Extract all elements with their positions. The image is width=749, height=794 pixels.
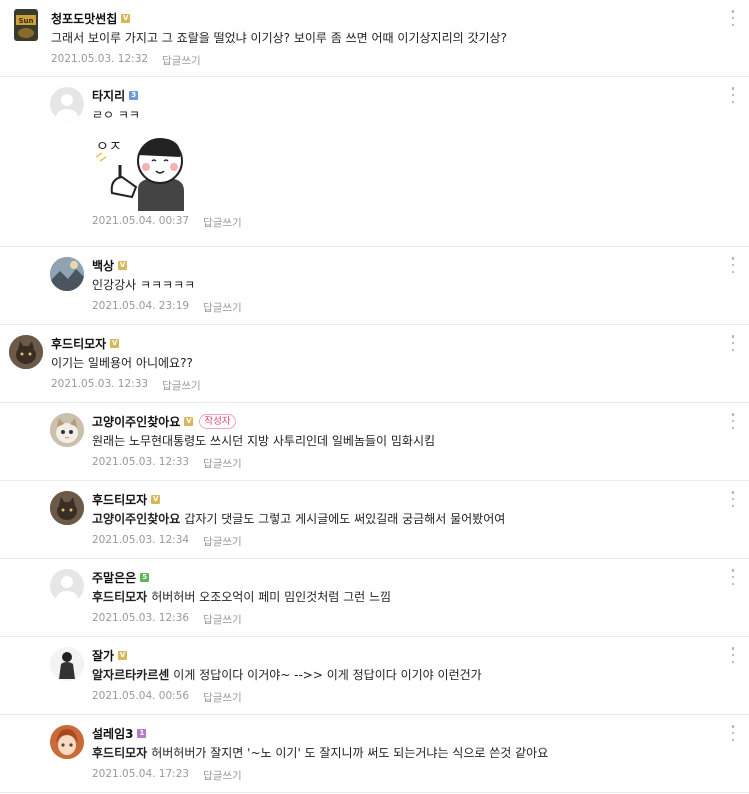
more-options-icon[interactable]	[731, 413, 735, 429]
mention-link[interactable]: 고양이주인찾아요	[92, 512, 180, 526]
cat-avatar-icon[interactable]	[50, 491, 84, 525]
comment-item: 설레임3 1 후드티모자 허버허버가 잘지면 '~노 이기' 도 잘지니까 써도 되…	[0, 715, 749, 793]
comment-nickname[interactable]: 설레임3	[92, 725, 133, 742]
more-options-icon[interactable]	[731, 87, 735, 103]
anime-girl-avatar-icon[interactable]	[50, 725, 84, 759]
comment-item: 후드티모자 V 고양이주인찾아요 갑자기 댓글도 그렇고 게시글에도 써있길래 궁금…	[0, 481, 749, 559]
comment-list: Sun 청포도맛썬칩 V 그래서 보이루 가지고 그 죠랄을 떨었냐 이기상? 보…	[0, 0, 749, 793]
reply-button[interactable]: 답글쓰기	[203, 215, 242, 230]
comment-date: 2021.05.03. 12:32	[51, 53, 149, 65]
landscape-avatar-icon[interactable]	[50, 257, 84, 291]
comment-item: 주말은은 5 후드티모자 허버허버 오조오억이 페미 밈인것처럼 그런 느낌 202…	[0, 559, 749, 637]
comment-item: 타지리 3 ㄹㅇ ㅋㅋ ㅇㅈ 2021.05.04. 00:37 답글쓰기	[0, 77, 749, 247]
comment-nickname[interactable]: 후드티모자	[92, 491, 147, 508]
comment-date: 2021.05.03. 12:36	[92, 612, 190, 624]
more-options-icon[interactable]	[731, 569, 735, 585]
kitten-avatar-icon[interactable]	[50, 413, 84, 447]
figure-avatar-icon[interactable]	[50, 647, 84, 681]
comment-text-row: 고양이주인찾아요 갑자기 댓글도 그렇고 게시글에도 써있길래 궁금해서 물어봤어…	[92, 511, 749, 527]
comment-date: 2021.05.03. 12:33	[51, 378, 149, 390]
reply-button[interactable]: 답글쓰기	[162, 53, 201, 68]
reply-button[interactable]: 답글쓰기	[203, 612, 242, 627]
comment-item: 후드티모자 V 이기는 일베용어 아니에요?? 2021.05.03. 12:33…	[0, 325, 749, 403]
comment-item: 고양이주인찾아요 V 작성자 원래는 노무현대통령도 쓰시던 지방 사투리인데 일베…	[0, 403, 749, 481]
comment-nickname[interactable]: 주말은은	[92, 569, 136, 586]
comment-date: 2021.05.04. 17:23	[92, 768, 190, 780]
default-profile-icon[interactable]	[50, 87, 84, 121]
comment-text: 이게 정답이다 이거야~ -->> 이게 정답이다 이기야 이런건가	[173, 668, 482, 682]
comment-date: 2021.05.04. 23:19	[92, 300, 190, 312]
mention-link[interactable]: 알자르타카르센	[92, 668, 169, 682]
more-options-icon[interactable]	[731, 725, 735, 741]
comment-text: 허버허버 오조오억이 페미 밈인것처럼 그런 느낌	[151, 590, 392, 604]
comment-item: 백상 V 인강강사 ㅋㅋㅋㅋㅋ 2021.05.04. 23:19 답글쓰기	[0, 247, 749, 325]
comment-date: 2021.05.04. 00:37	[92, 215, 190, 227]
level-badge-icon: 1	[137, 728, 147, 738]
more-options-icon[interactable]	[731, 491, 735, 507]
comment-text: 원래는 노무현대통령도 쓰시던 지방 사투리인데 일베놈들이 밈화시킴	[92, 434, 436, 448]
comment-text: ㄹㅇ ㅋㅋ	[92, 108, 140, 122]
more-options-icon[interactable]	[731, 335, 735, 351]
level-badge-icon: V	[184, 416, 194, 426]
default-profile-icon[interactable]	[50, 569, 84, 603]
comment-date: 2021.05.03. 12:33	[92, 456, 190, 468]
level-badge-icon: V	[121, 13, 131, 23]
reply-button[interactable]: 답글쓰기	[203, 768, 242, 783]
more-options-icon[interactable]	[731, 647, 735, 663]
comment-date: 2021.05.04. 00:56	[92, 690, 190, 702]
author-badge: 작성자	[199, 413, 236, 429]
comment-nickname[interactable]: 타지리	[92, 87, 125, 104]
svg-text:Sun: Sun	[18, 17, 33, 25]
level-badge-icon: V	[110, 338, 120, 348]
comment-nickname[interactable]: 고양이주인찾아요	[92, 413, 180, 430]
reply-button[interactable]: 답글쓰기	[203, 456, 242, 471]
comment-text-row: 후드티모자 허버허버 오조오억이 페미 밈인것처럼 그런 느낌	[92, 589, 749, 605]
level-badge-icon: 5	[140, 572, 150, 582]
level-badge-icon: V	[118, 650, 128, 660]
reply-button[interactable]: 답글쓰기	[203, 534, 242, 549]
reply-button[interactable]: 답글쓰기	[203, 300, 242, 315]
level-badge-icon: V	[151, 494, 161, 504]
mention-link[interactable]: 후드티모자	[92, 590, 147, 604]
comment-nickname[interactable]: 후드티모자	[51, 335, 106, 352]
comment-text: 그래서 보이루 가지고 그 죠랄을 떨었냐 이기상? 보이루 좀 쓰면 어때 이…	[51, 31, 507, 45]
level-badge-icon: V	[118, 260, 128, 270]
comment-item: 잘가 V 알자르타카르센 이게 정답이다 이거야~ -->> 이게 정답이다 이기야…	[0, 637, 749, 715]
more-options-icon[interactable]	[731, 10, 735, 26]
comment-nickname[interactable]: 청포도맛썬칩	[51, 10, 117, 27]
mention-link[interactable]: 후드티모자	[92, 746, 147, 760]
comment-text: 허버허버가 잘지면 '~노 이기' 도 잘지니까 써도 되는거냐는 식으로 쓴것…	[151, 746, 549, 760]
sticker-text: ㅇㅈ	[96, 139, 122, 155]
comment-text-row: 알자르타카르센 이게 정답이다 이거야~ -->> 이게 정답이다 이기야 이런건…	[92, 667, 749, 683]
cat-avatar-icon[interactable]	[9, 335, 43, 369]
reply-button[interactable]: 답글쓰기	[162, 378, 201, 393]
comment-text: 이기는 일베용어 아니에요??	[51, 356, 193, 370]
snack-bag-avatar-icon[interactable]: Sun	[13, 9, 39, 41]
comment-text: 인강강사 ㅋㅋㅋㅋㅋ	[92, 278, 196, 292]
comment-date: 2021.05.03. 12:34	[92, 534, 190, 546]
reply-button[interactable]: 답글쓰기	[203, 690, 242, 705]
more-options-icon[interactable]	[731, 257, 735, 273]
sticker-image: ㅇㅈ	[92, 131, 192, 211]
level-badge-icon: 3	[129, 90, 139, 100]
comment-text-row: 후드티모자 허버허버가 잘지면 '~노 이기' 도 잘지니까 써도 되는거냐는 식…	[92, 745, 749, 761]
comment-nickname[interactable]: 백상	[92, 257, 114, 274]
comment-item: Sun 청포도맛썬칩 V 그래서 보이루 가지고 그 죠랄을 떨었냐 이기상? 보…	[0, 0, 749, 77]
comment-nickname[interactable]: 잘가	[92, 647, 114, 664]
comment-text: 갑자기 댓글도 그렇고 게시글에도 써있길래 궁금해서 물어봤어여	[184, 512, 506, 526]
